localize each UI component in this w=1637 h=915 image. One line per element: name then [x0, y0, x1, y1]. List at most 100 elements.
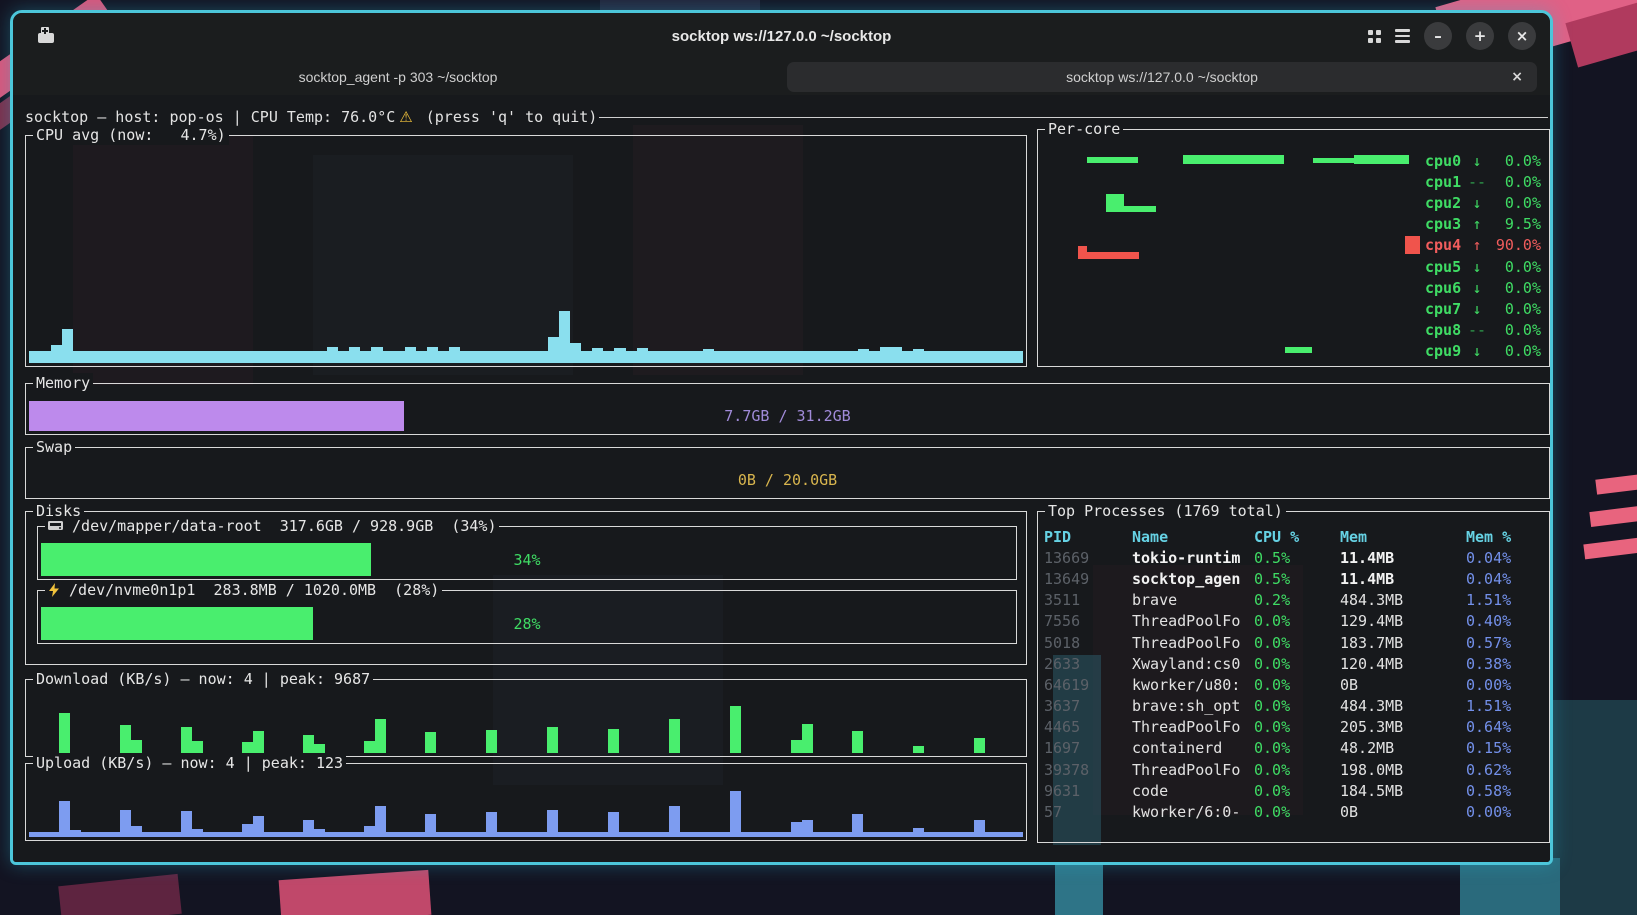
process-row[interactable]: 3511brave0.2%484.3MB1.51%: [1044, 590, 1545, 611]
download-panel: Download (KB/s) — now: 4 | peak: 9687: [25, 679, 1027, 757]
wallpaper-shape: [1552, 700, 1637, 915]
chart-bar-group: [791, 820, 813, 837]
cell-mem: 184.5MB: [1340, 782, 1466, 800]
cell-mem: 120.4MB: [1340, 655, 1466, 673]
core-spark-segment: [1078, 252, 1139, 259]
process-row[interactable]: 13669tokio-runtim0.5%11.4MB0.04%: [1044, 547, 1545, 568]
desktop: socktop ws://127.0.0 ~/socktop – + × soc…: [0, 0, 1637, 915]
quit-hint: (press 'q' to quit): [417, 108, 598, 126]
core-spark-segment: [1087, 157, 1138, 163]
process-row[interactable]: 13649socktop_agen0.5%11.4MB0.04%: [1044, 568, 1545, 589]
process-row[interactable]: 4465ThreadPoolFo0.0%205.3MB0.64%: [1044, 717, 1545, 738]
process-row[interactable]: 3637brave:sh_opt0.0%484.3MB1.51%: [1044, 696, 1545, 717]
process-row[interactable]: 2633Xwayland:cs00.0%120.4MB0.38%: [1044, 653, 1545, 674]
memory-title: Memory: [33, 373, 93, 393]
swap-gauge-label: 0B / 20.0GB: [29, 471, 1546, 489]
cell-pid: 39378: [1044, 761, 1132, 779]
chart-bar-group: [913, 828, 924, 837]
core-spark-segment: [1285, 347, 1312, 353]
chart-bar-group: [242, 816, 264, 837]
cell-pid: 2633: [1044, 655, 1132, 673]
terminal-window: socktop ws://127.0.0 ~/socktop – + × soc…: [10, 10, 1553, 865]
chart-bar-group: [364, 806, 386, 837]
tab-label: socktop ws://127.0.0 ~/socktop: [1066, 69, 1258, 85]
chart-bar-group: [59, 713, 70, 753]
cell-cpu: 0.0%: [1254, 697, 1340, 715]
disk-root-gauge: 34%: [41, 543, 1013, 576]
cell-pid: 9631: [1044, 782, 1132, 800]
tab-socktop-agent[interactable]: socktop_agent -p 303 ~/socktop: [13, 62, 783, 92]
cell-mem: 0B: [1340, 676, 1466, 694]
process-row[interactable]: 57kworker/6:0-0.0%0B0.00%: [1044, 801, 1545, 822]
cell-name: ThreadPoolFo: [1132, 761, 1254, 779]
cell-pid: 1697: [1044, 739, 1132, 757]
cell-name: ThreadPoolFo: [1132, 718, 1254, 736]
upload-chart: [29, 782, 1023, 837]
chart-bar-group: [974, 738, 985, 753]
cpu-avg-sparkline: [29, 303, 1023, 363]
per-core-list: cpu0↓0.0%cpu1--0.0%cpu2↓0.0%cpu3↑9.5%cpu…: [1425, 150, 1541, 362]
chart-bar-group: [425, 814, 436, 837]
disk-nvme-gauge-label: 28%: [41, 615, 1013, 633]
chart-bar-group: [181, 811, 203, 837]
cell-memp: 0.62%: [1466, 761, 1545, 779]
cell-cpu: 0.0%: [1254, 739, 1340, 757]
cell-name: Xwayland:cs0: [1132, 655, 1254, 673]
process-row[interactable]: 5018ThreadPoolFo0.0%183.7MB0.57%: [1044, 632, 1545, 653]
tab-bar: socktop_agent -p 303 ~/socktop socktop w…: [13, 59, 1550, 95]
memory-panel: Memory 7.7GB / 31.2GB: [25, 383, 1550, 435]
core-row-cpu0: cpu0↓0.0%: [1425, 150, 1541, 171]
process-row[interactable]: 7556ThreadPoolFo0.0%129.4MB0.40%: [1044, 611, 1545, 632]
cell-name: ThreadPoolFo: [1132, 612, 1254, 630]
tab-close-icon[interactable]: ×: [1511, 69, 1523, 85]
chart-bar-group: [303, 735, 325, 753]
core-row-cpu8: cpu8--0.0%: [1425, 320, 1541, 341]
cell-name: kworker/6:0-: [1132, 803, 1254, 821]
cell-mem: 198.0MB: [1340, 761, 1466, 779]
process-row[interactable]: 39378ThreadPoolFo0.0%198.0MB0.62%: [1044, 759, 1545, 780]
cell-cpu: 0.5%: [1254, 570, 1340, 588]
process-row[interactable]: 1697containerd0.0%48.2MB0.15%: [1044, 738, 1545, 759]
core-spark-segment: [1183, 155, 1284, 164]
close-button[interactable]: ×: [1508, 22, 1536, 50]
chart-bar-group: [608, 812, 619, 837]
cell-cpu: 0.0%: [1254, 676, 1340, 694]
bolt-icon: [48, 583, 60, 597]
cell-memp: 0.64%: [1466, 718, 1545, 736]
chart-bar-group: [730, 706, 741, 753]
cell-cpu: 0.0%: [1254, 612, 1340, 630]
cell-mem: 484.3MB: [1340, 697, 1466, 715]
memory-gauge-label: 7.7GB / 31.2GB: [29, 407, 1546, 425]
disk-nvme-gauge: 28%: [41, 607, 1013, 640]
process-row[interactable]: 9631code0.0%184.5MB0.58%: [1044, 780, 1545, 801]
maximize-button[interactable]: +: [1466, 22, 1494, 50]
cell-cpu: 0.0%: [1254, 718, 1340, 736]
upload-title: Upload (KB/s) — now: 4 | peak: 123: [33, 753, 346, 773]
cell-memp: 0.15%: [1466, 739, 1545, 757]
cell-name: brave:sh_opt: [1132, 697, 1254, 715]
layout-grid-icon[interactable]: [1368, 30, 1381, 43]
cell-pid: 64619: [1044, 676, 1132, 694]
cell-mem: 11.4MB: [1340, 570, 1466, 588]
chart-bar-group: [547, 810, 558, 837]
cpu-avg-title: CPU avg (now: 4.7%): [33, 125, 229, 145]
chart-bar-group: [181, 727, 203, 753]
core-row-cpu3: cpu3↑9.5%: [1425, 214, 1541, 235]
chart-bar-group: [303, 820, 325, 837]
titlebar: socktop ws://127.0.0 ~/socktop – + ×: [13, 13, 1550, 59]
chart-bar-group: [59, 801, 81, 837]
menu-icon[interactable]: [1395, 29, 1410, 43]
chart-bar-group: [730, 791, 741, 837]
cell-pid: 4465: [1044, 718, 1132, 736]
core-row-cpu2: cpu2↓0.0%: [1425, 192, 1541, 213]
process-row[interactable]: 64619kworker/u80:0.0%0B0.00%: [1044, 674, 1545, 695]
cell-pid: 3637: [1044, 697, 1132, 715]
tab-socktop[interactable]: socktop ws://127.0.0 ~/socktop ×: [787, 62, 1537, 92]
cell-pid: 7556: [1044, 612, 1132, 630]
minimize-button[interactable]: –: [1424, 22, 1452, 50]
cell-name: ThreadPoolFo: [1132, 634, 1254, 652]
window-title: socktop ws://127.0.0 ~/socktop: [13, 28, 1550, 45]
core-spark-segment: [1313, 158, 1354, 163]
disk-nvme-title: /dev/nvme0n1p1 283.8MB / 1020.0MB (28%): [45, 580, 442, 600]
disk-root-title: /dev/mapper/data-root 317.6GB / 928.9GB …: [45, 516, 499, 536]
